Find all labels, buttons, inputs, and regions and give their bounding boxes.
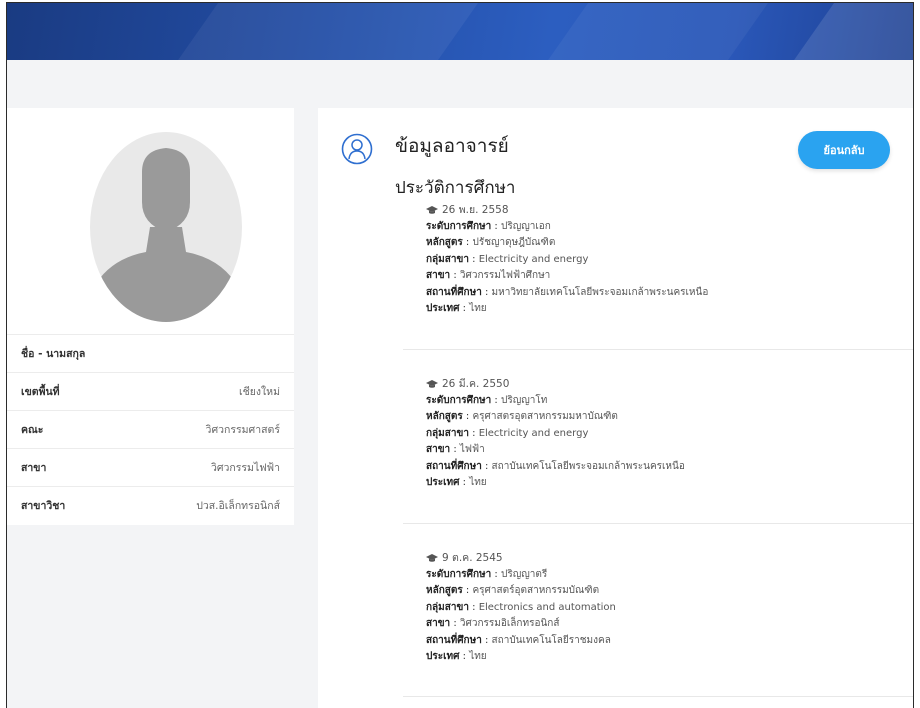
education-date: 26 มี.ค. 2550 <box>442 378 510 390</box>
institute-label: สถานที่ศึกษา <box>426 460 482 472</box>
program-label: หลักสูตร <box>426 411 463 422</box>
country-label: ประเทศ <box>426 651 460 662</box>
department-row: สาขา วิศวกรรมไฟฟ้า <box>7 448 294 486</box>
teacher-info-card: ข้อมูลอาจารย์ ย้อนกลับ ประวัติการศึกษา 2… <box>318 108 913 708</box>
level-label: ระดับการศึกษา <box>426 568 492 580</box>
group-value: Electricity and energy <box>478 427 589 439</box>
major-label: สาขา <box>426 270 451 281</box>
faculty-row: คณะ วิศวกรรมศาสตร์ <box>7 410 294 448</box>
avatar <box>90 132 242 322</box>
header-banner <box>7 3 913 60</box>
level-label: ระดับการศึกษา <box>426 220 492 232</box>
education-entry: 9 ต.ค. 2545 ระดับการศึกษา : ปริญญาตรี หล… <box>426 552 616 662</box>
major-label: สาขา <box>426 444 451 455</box>
education-date: 26 พ.ย. 2558 <box>442 204 509 216</box>
divider <box>403 696 913 697</box>
name-row: ชื่อ - นามสกุล <box>7 334 294 372</box>
country-label: ประเทศ <box>426 303 460 314</box>
group-label: กลุ่มสาขา <box>426 427 469 439</box>
major-value: ไฟฟ้า <box>459 444 485 455</box>
major-label: สาขา <box>426 618 451 629</box>
country-value: ไทย <box>469 477 487 488</box>
program-value: ปวส.อิเล็กทรอนิกส์ <box>196 500 280 512</box>
program-label: หลักสูตร <box>426 585 463 596</box>
program-value: ปรัชญาดุษฎีบัณฑิต <box>472 237 556 248</box>
department-label: สาขา <box>21 462 47 474</box>
institute-label: สถานที่ศึกษา <box>426 286 482 298</box>
program-row: สาขาวิชา ปวส.อิเล็กทรอนิกส์ <box>7 486 294 524</box>
group-value: Electricity and energy <box>478 253 589 265</box>
major-value: วิศวกรรมไฟฟ้าศึกษา <box>459 270 551 281</box>
level-value: ปริญญาโท <box>500 394 548 406</box>
profile-card: ชื่อ - นามสกุล เขตพื้นที่ เชียงใหม่ คณะ … <box>7 108 294 525</box>
page-title: ข้อมูลอาจารย์ <box>395 135 509 157</box>
institute-label: สถานที่ศึกษา <box>426 634 482 646</box>
program-label: หลักสูตร <box>426 237 463 248</box>
program-value: ครุศาสตรอุตสาหกรรมมหาบัณฑิต <box>472 411 618 422</box>
country-label: ประเทศ <box>426 477 460 488</box>
education-entry: 26 มี.ค. 2550 ระดับการศึกษา : ปริญญาโท ห… <box>426 378 685 488</box>
major-value: วิศวกรรมอิเล็กทรอนิกส์ <box>459 618 560 629</box>
graduation-cap-icon <box>426 554 438 562</box>
level-value: ปริญญาเอก <box>500 220 551 232</box>
faculty-value: วิศวกรรมศาสตร์ <box>205 424 280 436</box>
user-icon <box>341 133 373 165</box>
area-value: เชียงใหม่ <box>239 386 280 398</box>
department-value: วิศวกรรมไฟฟ้า <box>210 462 280 474</box>
education-date: 9 ต.ค. 2545 <box>442 552 503 564</box>
group-label: กลุ่มสาขา <box>426 601 469 613</box>
institute-value: มหาวิทยาลัยเทคโนโลยีพระจอมเกล้าพระนครเหน… <box>491 286 709 298</box>
group-label: กลุ่มสาขา <box>426 253 469 265</box>
graduation-cap-icon <box>426 206 438 214</box>
group-value: Electronics and automation <box>478 601 616 613</box>
page-frame: ชื่อ - นามสกุล เขตพื้นที่ เชียงใหม่ คณะ … <box>6 2 914 708</box>
education-entry: 26 พ.ย. 2558 ระดับการศึกษา : ปริญญาเอก ห… <box>426 204 709 314</box>
graduation-cap-icon <box>426 380 438 388</box>
back-button[interactable]: ย้อนกลับ <box>798 131 890 169</box>
education-history-title: ประวัติการศึกษา <box>395 178 516 198</box>
institute-value: สถาบันเทคโนโลยีราชมงคล <box>491 634 611 646</box>
faculty-label: คณะ <box>21 424 44 436</box>
area-label: เขตพื้นที่ <box>21 386 60 398</box>
name-label: ชื่อ - นามสกุล <box>21 348 86 360</box>
divider <box>403 523 913 524</box>
divider <box>403 349 913 350</box>
level-value: ปริญญาตรี <box>500 568 548 580</box>
program-label: สาขาวิชา <box>21 500 66 512</box>
country-value: ไทย <box>469 303 487 314</box>
institute-value: สถาบันเทคโนโลยีพระจอมเกล้าพระนครเหนือ <box>491 460 685 472</box>
country-value: ไทย <box>469 651 487 662</box>
area-row: เขตพื้นที่ เชียงใหม่ <box>7 372 294 410</box>
program-value: ครุศาสตร์อุตสาหกรรมบัณฑิต <box>472 585 600 596</box>
level-label: ระดับการศึกษา <box>426 394 492 406</box>
